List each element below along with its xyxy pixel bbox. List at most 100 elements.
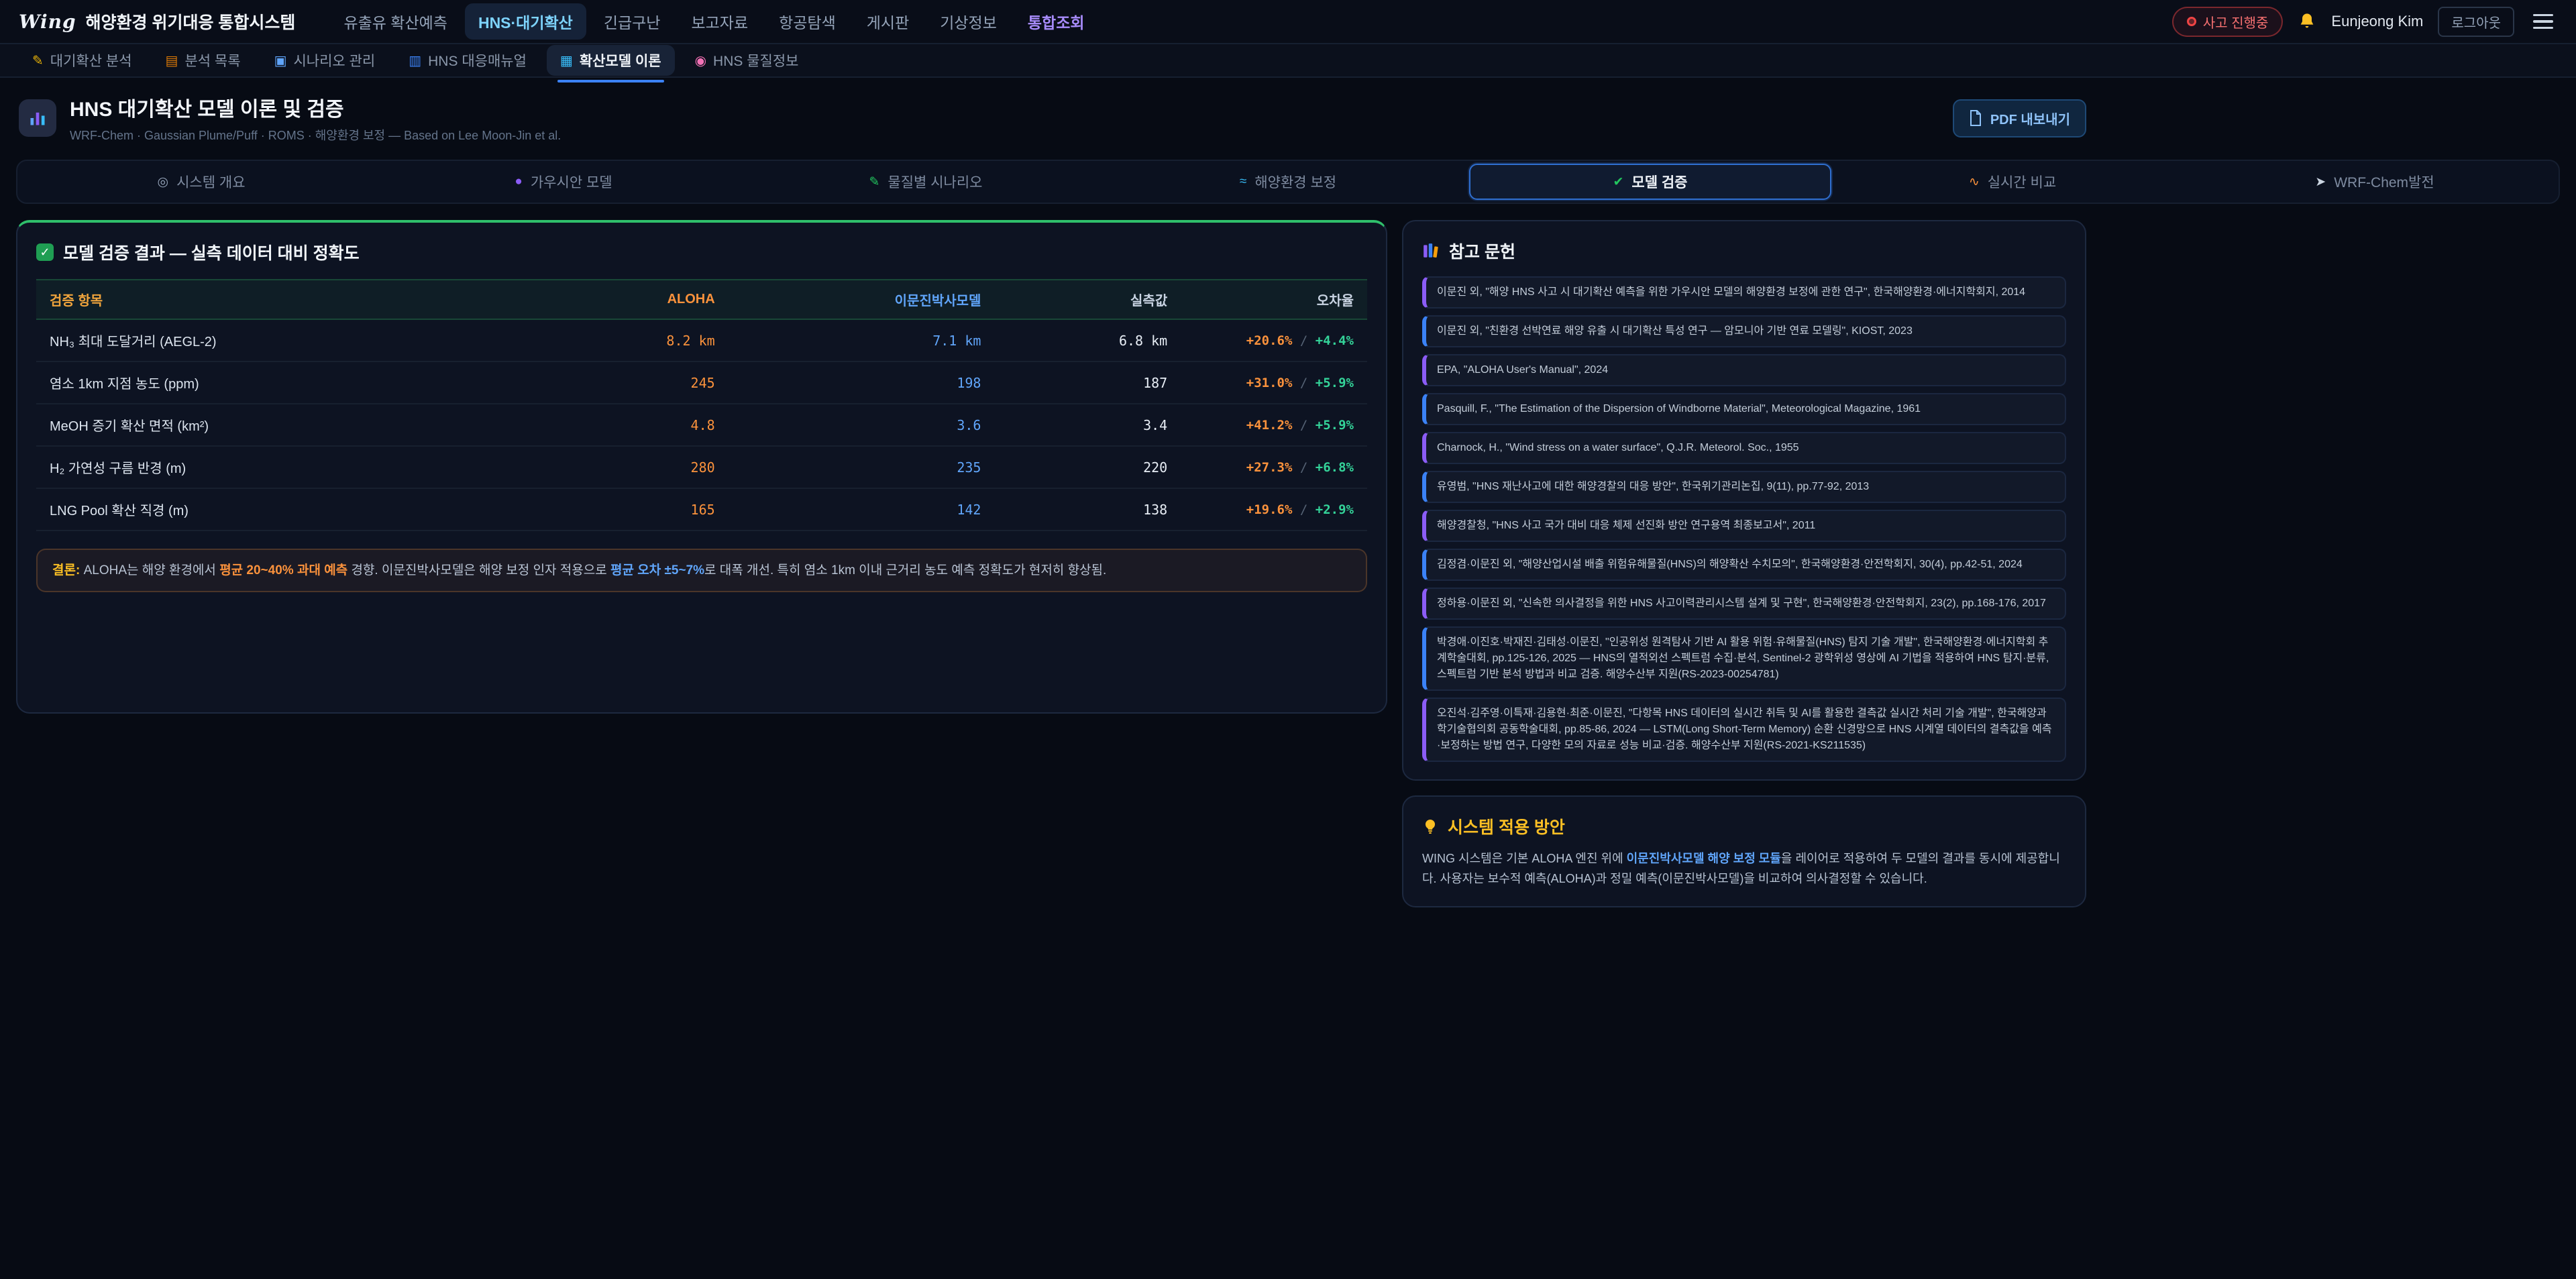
reference-item[interactable]: 이문진 외, "해양 HNS 사고 시 대기확산 예측을 위한 가우시안 모델의…: [1422, 276, 2066, 309]
model-validation-panel: ✓ 모델 검증 결과 — 실측 데이터 대비 정확도 검증 항목 ALOHA 이…: [16, 220, 1387, 714]
table-row: H₂ 가연성 구름 반경 (m) 280 235 220 +27.3% / +6…: [36, 446, 1367, 488]
wing-logo-icon: Wing: [19, 11, 76, 33]
menu-icon[interactable]: [2529, 7, 2557, 36]
reference-item[interactable]: 오진석·김주영·이특재·김용현·최준·이문진, "다항목 HNS 데이터의 실시…: [1422, 698, 2066, 762]
subnav-tab[interactable]: ✎ 대기확산 분석: [19, 45, 146, 76]
error-separator: /: [1300, 502, 1307, 517]
model-error: +5.9%: [1316, 418, 1354, 433]
error-rate: +31.0% / +5.9%: [1181, 362, 1367, 404]
aloha-error: +41.2%: [1246, 418, 1293, 433]
subnav-tab[interactable]: ▦ 확산모델 이론: [547, 45, 675, 76]
measured-value: 3.4: [994, 404, 1181, 446]
content-tab[interactable]: ➤ WRF-Chem발전: [2194, 164, 2556, 200]
content-tab-label: 실시간 비교: [1988, 172, 2056, 192]
error-rate: +19.6% / +2.9%: [1181, 488, 1367, 531]
measured-value: 187: [994, 362, 1181, 404]
main-nav-item[interactable]: HNS·대기확산: [465, 3, 586, 40]
error-separator: /: [1300, 418, 1307, 433]
conclusion-text: 경향. 이문진박사모델은 해양 보정 인자 적용으로: [347, 563, 610, 577]
content-tab-label: 해양환경 보정: [1254, 172, 1336, 192]
model-value: 3.6: [729, 404, 995, 446]
document-icon: [1969, 110, 1982, 126]
model-error: +2.9%: [1316, 502, 1354, 517]
main-nav-item[interactable]: 보고자료: [678, 3, 761, 40]
book-stack-icon: [1422, 242, 1440, 260]
reference-item[interactable]: 유영범, "HNS 재난사고에 대한 해양경찰의 대응 방안", 한국위기관리논…: [1422, 471, 2066, 503]
content-tab[interactable]: ✔ 모델 검증: [1469, 164, 1831, 200]
content-tab-label: 시스템 개요: [176, 172, 245, 192]
page-titles: HNS 대기확산 모델 이론 및 검증 WRF-Chem · Gaussian …: [70, 93, 1939, 144]
subnav-tab-label: 시나리오 관리: [293, 50, 375, 70]
content-tab-icon: ◎: [157, 174, 168, 190]
page-subtitle: WRF-Chem · Gaussian Plume/Puff · ROMS · …: [70, 126, 1939, 144]
col-header-aloha: ALOHA: [529, 280, 729, 319]
content-tab-label: 물질별 시나리오: [888, 172, 982, 192]
conclusion-text: ALOHA는 해양 환경에서: [80, 563, 219, 577]
application-text-part: WING 시스템은 기본 ALOHA 엔진 위에: [1422, 852, 1627, 865]
user-name: Eunjeong Kim: [2331, 13, 2423, 30]
main-nav: 유출유 확산예측 HNS·대기확산 긴급구난 보고자료 항공탐색 게시판 기상정…: [330, 3, 1097, 40]
main-nav-item[interactable]: 항공탐색: [765, 3, 849, 40]
brand[interactable]: Wing 해양환경 위기대응 통합시스템: [19, 9, 295, 34]
subnav-tab[interactable]: ▣ 시나리오 관리: [261, 45, 389, 76]
reference-item[interactable]: 정하용·이문진 외, "신속한 의사결정을 위한 HNS 사고이력관리시스템 설…: [1422, 588, 2066, 620]
model-error: +5.9%: [1316, 376, 1354, 390]
lightbulb-icon: [1422, 818, 1438, 834]
error-separator: /: [1300, 376, 1307, 390]
validation-table: 검증 항목 ALOHA 이문진박사모델 실측값 오차율 NH₃ 최대 도달거리 …: [36, 279, 1367, 531]
application-title-text: 시스템 적용 방안: [1448, 814, 1565, 838]
reference-item[interactable]: Pasquill, F., "The Estimation of the Dis…: [1422, 393, 2066, 425]
subnav-tab-icon: ✎: [32, 52, 44, 69]
content-tab-label: WRF-Chem발전: [2334, 172, 2434, 192]
subnav-tab-icon: ▤: [166, 52, 178, 69]
reference-item[interactable]: 박경애·이진호·박재진·김태성·이문진, "인공위성 원격탐사 기반 AI 활용…: [1422, 626, 2066, 691]
alert-pulse-icon: [2187, 17, 2196, 26]
subnav-tab-icon: ▦: [560, 52, 573, 69]
content-tab-icon: ➤: [2315, 174, 2326, 190]
error-rate: +41.2% / +5.9%: [1181, 404, 1367, 446]
pdf-export-button[interactable]: PDF 내보내기: [1953, 99, 2086, 137]
references-list: 이문진 외, "해양 HNS 사고 시 대기확산 예측을 위한 가우시안 모델의…: [1422, 276, 2066, 762]
main-nav-item[interactable]: 게시판: [853, 3, 922, 40]
reference-item[interactable]: 해양경찰청, "HNS 사고 국가 대비 대응 체제 선진화 방안 연구용역 최…: [1422, 510, 2066, 542]
subnav-tab[interactable]: ▤ 분석 목록: [152, 45, 254, 76]
conclusion-highlight-overprediction: 평균 20~40% 과대 예측: [219, 563, 347, 577]
subnav-tab[interactable]: ◉ HNS 물질정보: [682, 45, 812, 76]
topbar-right: 사고 진행중 Eunjeong Kim 로그아웃: [2172, 7, 2557, 37]
table-row: 염소 1km 지점 농도 (ppm) 245 198 187 +31.0% / …: [36, 362, 1367, 404]
incident-status-badge: 사고 진행중: [2172, 7, 2284, 37]
main-nav-item[interactable]: 통합조회: [1014, 3, 1098, 40]
model-value: 198: [729, 362, 995, 404]
app-title: 해양환경 위기대응 통합시스템: [86, 9, 296, 34]
aloha-value: 165: [529, 488, 729, 531]
application-text: WING 시스템은 기본 ALOHA 엔진 위에 이문진박사모델 해양 보정 모…: [1422, 849, 2066, 889]
content-tab[interactable]: ● 가우시안 모델: [382, 164, 745, 200]
content-tab[interactable]: ◎ 시스템 개요: [20, 164, 382, 200]
main-nav-item[interactable]: 유출유 확산예측: [330, 3, 461, 40]
content-tab[interactable]: ≈ 해양환경 보정: [1107, 164, 1469, 200]
table-row: LNG Pool 확산 직경 (m) 165 142 138 +19.6% / …: [36, 488, 1367, 531]
check-icon: ✓: [36, 243, 54, 261]
content-tab[interactable]: ✎ 물질별 시나리오: [745, 164, 1107, 200]
reference-item[interactable]: 이문진 외, "친환경 선박연료 해양 유출 시 대기확산 특성 연구 — 암모…: [1422, 315, 2066, 347]
subnav-tab-icon: ◉: [695, 52, 706, 69]
main-nav-item[interactable]: 긴급구난: [590, 3, 674, 40]
model-value: 7.1 km: [729, 319, 995, 362]
subnav-tab-icon: ▥: [409, 52, 421, 69]
conclusion-highlight-error-range: 평균 오차 ±5~7%: [610, 563, 704, 577]
table-row: MeOH 증기 확산 면적 (km²) 4.8 3.6 3.4 +41.2% /…: [36, 404, 1367, 446]
subnav-tab[interactable]: ▥ HNS 대응매뉴얼: [395, 45, 540, 76]
reference-item[interactable]: 김정겸·이문진 외, "해양산업시설 배출 위험유해물질(HNS)의 해양확산 …: [1422, 549, 2066, 581]
validation-table-head: 검증 항목 ALOHA 이문진박사모델 실측값 오차율: [36, 280, 1367, 319]
subnav-tab-label: 대기확산 분석: [50, 50, 132, 70]
logout-button[interactable]: 로그아웃: [2438, 7, 2514, 37]
notification-bell-icon[interactable]: [2298, 12, 2316, 31]
reference-item[interactable]: Charnock, H., "Wind stress on a water su…: [1422, 432, 2066, 464]
topbar: Wing 해양환경 위기대응 통합시스템 유출유 확산예측 HNS·대기확산 긴…: [0, 0, 2576, 44]
content-tab[interactable]: ∿ 실시간 비교: [1831, 164, 2194, 200]
reference-item[interactable]: EPA, "ALOHA User's Manual", 2024: [1422, 354, 2066, 386]
error-rate: +20.6% / +4.4%: [1181, 319, 1367, 362]
subnav-tab-label: HNS 대응매뉴얼: [428, 50, 527, 70]
main-nav-item[interactable]: 기상정보: [926, 3, 1010, 40]
aloha-value: 280: [529, 446, 729, 488]
